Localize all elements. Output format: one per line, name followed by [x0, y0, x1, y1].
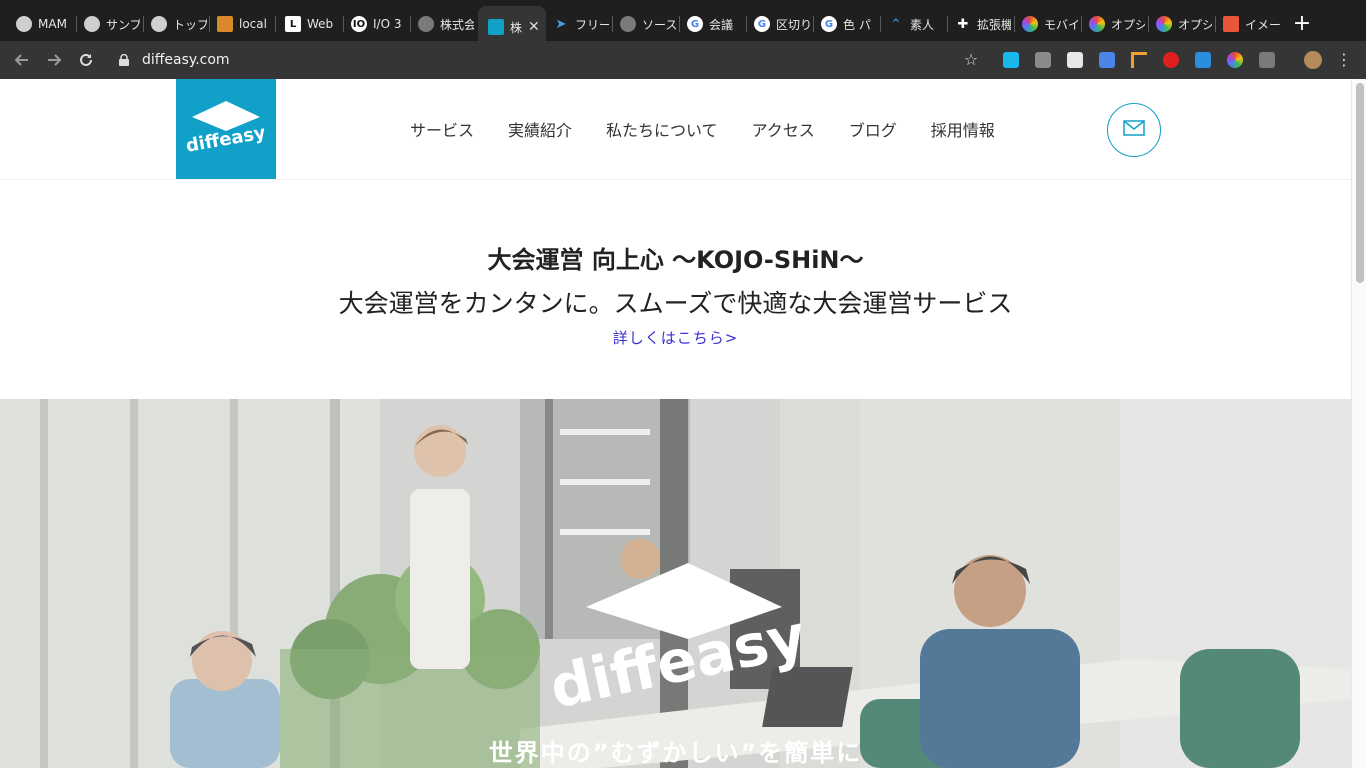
- google-icon: G: [687, 16, 703, 32]
- reload-icon[interactable]: [76, 50, 96, 70]
- ghost-icon: [84, 16, 100, 32]
- nav-about[interactable]: 私たちについて: [606, 117, 718, 141]
- forward-arrow-icon[interactable]: [44, 50, 64, 70]
- image-icon: [1223, 16, 1239, 32]
- paper-plane-icon: ➤: [555, 16, 567, 32]
- web-page: diffeasy サービス 実績紹介 私たちについて アクセス ブログ 採用情報…: [0, 79, 1351, 768]
- color-wheel-icon: [1022, 16, 1038, 32]
- google-icon: G: [754, 16, 770, 32]
- browser-tab[interactable]: G 区切り: [744, 8, 810, 40]
- window-extension-icon[interactable]: [1067, 52, 1083, 68]
- nav-recruit[interactable]: 採用情報: [931, 117, 995, 141]
- tab-title: モバイ: [1044, 17, 1078, 32]
- browser-tab[interactable]: 株式会: [408, 8, 474, 40]
- browser-tab[interactable]: local: [207, 8, 271, 40]
- tab-title: 拡張機: [977, 17, 1011, 32]
- browser-tab[interactable]: MAM: [6, 8, 70, 40]
- vimeo-extension-icon[interactable]: [1003, 52, 1019, 68]
- ghost-icon: [16, 16, 32, 32]
- hero-office-photo: diffeasy: [0, 399, 1351, 768]
- browser-tab[interactable]: ⌃ 素人: [878, 8, 944, 40]
- stop-extension-icon[interactable]: [1163, 52, 1179, 68]
- menu-dots-icon[interactable]: ⋮: [1334, 50, 1354, 70]
- address-bar[interactable]: diffeasy.com: [118, 50, 230, 70]
- back-arrow-icon[interactable]: [12, 50, 32, 70]
- browser-tab[interactable]: モバイ: [1012, 8, 1078, 40]
- browser-tab[interactable]: イメー: [1213, 8, 1281, 40]
- bookmark-star-icon[interactable]: ☆: [961, 50, 981, 70]
- details-link[interactable]: 詳しくはこちら>: [0, 327, 1351, 348]
- main-nav: サービス 実績紹介 私たちについて アクセス ブログ 採用情報: [410, 117, 1029, 141]
- tab-title: 色 パ: [843, 17, 871, 32]
- globe-icon: [620, 16, 636, 32]
- ruler-extension-icon[interactable]: [1131, 52, 1147, 68]
- browser-tab[interactable]: オプシ: [1079, 8, 1145, 40]
- tab-title: Web: [307, 17, 334, 31]
- download-extension-icon[interactable]: [1195, 52, 1211, 68]
- tab-title: 素人: [910, 17, 935, 32]
- tab-title: オプシ: [1111, 17, 1145, 32]
- browser-tab[interactable]: G 色 パ: [811, 8, 877, 40]
- browser-tab[interactable]: ソース: [610, 8, 676, 40]
- tab-title: トップ: [173, 17, 207, 32]
- site-logo[interactable]: diffeasy: [176, 79, 276, 179]
- announcement-section: 大会運営 向上心 〜KOJO-SHiN〜 大会運営をカンタンに。スムーズで快適な…: [0, 180, 1351, 399]
- browser-tab[interactable]: サンプ: [74, 8, 140, 40]
- browser-tab[interactable]: トップ: [141, 8, 207, 40]
- announcement-title: 大会運営 向上心 〜KOJO-SHiN〜: [487, 246, 864, 274]
- nav-blog[interactable]: ブログ: [849, 117, 897, 141]
- site-header: diffeasy サービス 実績紹介 私たちについて アクセス ブログ 採用情報: [0, 79, 1351, 180]
- globe-icon: [418, 16, 434, 32]
- browser-toolbar: diffeasy.com ☆ ⋮: [0, 41, 1366, 79]
- scrollbar-thumb[interactable]: [1356, 83, 1364, 283]
- new-tab-button[interactable]: +: [1290, 12, 1314, 36]
- announcement-subtitle: 大会運営をカンタンに。スムーズで快適な大会運営サービス: [338, 289, 1013, 318]
- chat-extension-icon[interactable]: [1259, 52, 1275, 68]
- hero-tagline: 世界中の”むずかしい”を簡単に: [488, 739, 863, 767]
- page-scrollbar[interactable]: [1351, 79, 1366, 768]
- c-extension-icon[interactable]: [1035, 52, 1051, 68]
- l-icon: L: [285, 16, 301, 32]
- nav-access[interactable]: アクセス: [752, 117, 815, 141]
- io-icon: IO: [351, 16, 367, 32]
- color-wheel-icon: [1156, 16, 1172, 32]
- tab-title: MAM: [38, 17, 67, 31]
- tab-title: 区切り: [776, 17, 810, 32]
- google-icon: G: [821, 16, 837, 32]
- tab-title: I/O 3: [373, 17, 402, 31]
- ghost-icon: [151, 16, 167, 32]
- browser-tab[interactable]: オプシ: [1146, 8, 1212, 40]
- tab-title: ソース: [642, 17, 676, 32]
- nav-services[interactable]: サービス: [410, 117, 474, 141]
- url-text: diffeasy.com: [142, 52, 230, 68]
- translate-extension-icon[interactable]: [1099, 52, 1115, 68]
- hero-section: diffeasy 世界中の”むずかしい”を簡単に: [0, 399, 1351, 768]
- browser-tab[interactable]: L Web: [275, 8, 339, 40]
- color-wheel-icon: [1089, 16, 1105, 32]
- tab-title: 株式会: [440, 17, 474, 32]
- chevrons-up-icon: ⌃: [890, 16, 902, 32]
- close-tab-icon[interactable]: ✕: [528, 19, 540, 35]
- nav-works[interactable]: 実績紹介: [508, 117, 572, 141]
- browser-tab[interactable]: IO I/O 3: [341, 8, 407, 40]
- browser-tab[interactable]: ➤ フリー: [543, 8, 609, 40]
- tab-title: 株: [510, 20, 523, 35]
- tab-title: 会議: [709, 17, 734, 32]
- diffeasy-icon: [488, 19, 504, 35]
- lock-icon: [118, 53, 130, 66]
- browser-tab[interactable]: G 会議: [677, 8, 743, 40]
- tab-title: オプシ: [1178, 17, 1212, 32]
- color-wheel-extension-icon[interactable]: [1227, 52, 1243, 68]
- browser-tab[interactable]: ✚ 拡張機: [945, 8, 1011, 40]
- tab-title: local: [239, 17, 267, 31]
- puzzle-icon: ✚: [957, 16, 969, 32]
- tab-title: サンプ: [106, 17, 140, 32]
- contact-button[interactable]: [1107, 103, 1161, 157]
- lines-icon: [217, 16, 233, 32]
- tab-title: イメー: [1245, 17, 1281, 32]
- tab-title: フリー: [575, 17, 609, 32]
- mail-icon: [1123, 120, 1145, 140]
- profile-avatar[interactable]: [1304, 51, 1322, 69]
